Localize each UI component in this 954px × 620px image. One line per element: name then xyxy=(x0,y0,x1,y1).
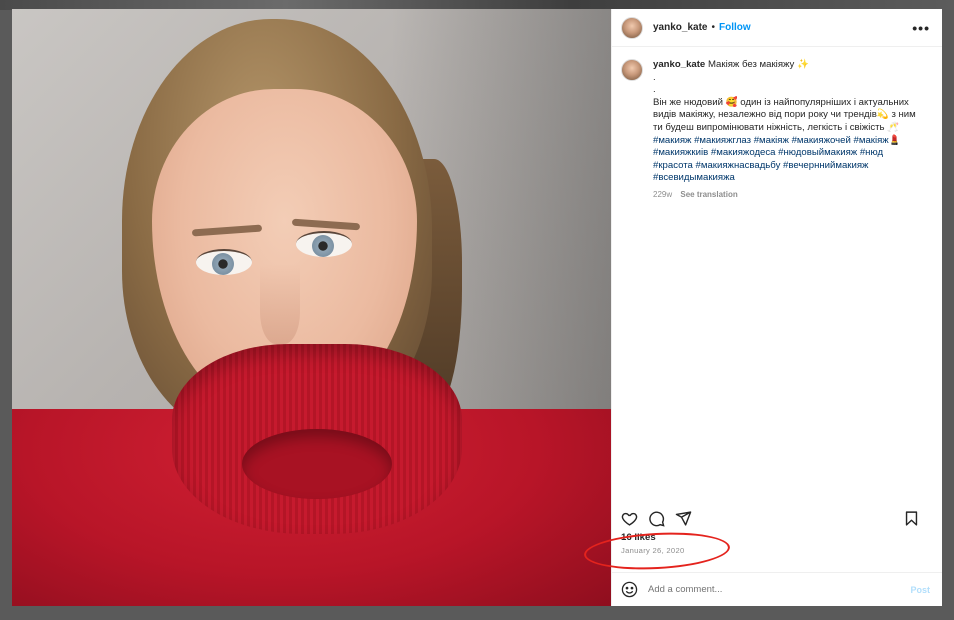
hashtags-line-2[interactable]: #макияжкиів #макияжодеса #нюдовыймакияж … xyxy=(653,147,916,160)
caption-meta: 229w See translation xyxy=(653,189,916,202)
bookmark-icon[interactable] xyxy=(903,510,920,527)
hashtags-line-3[interactable]: #красота #макияжнасвадьбу #вечернниймаки… xyxy=(653,160,916,173)
caption-dot-2: . xyxy=(653,84,656,96)
photo-collar-inner xyxy=(242,429,392,499)
comment-bar: Post xyxy=(612,572,942,606)
post-comment-button[interactable]: Post xyxy=(910,585,930,595)
photo-eye-right xyxy=(296,231,352,257)
caption-avatar[interactable] xyxy=(621,59,643,81)
more-options-button[interactable]: ••• xyxy=(912,20,930,36)
heart-icon[interactable] xyxy=(621,510,638,527)
see-translation-link[interactable]: See translation xyxy=(680,190,737,199)
hashtags-line-1[interactable]: #макияж #макияжглаз #макіяж #макияжочей … xyxy=(653,135,916,148)
header-username[interactable]: yanko_kate xyxy=(653,22,707,33)
share-icon[interactable] xyxy=(675,510,692,527)
comment-icon[interactable] xyxy=(648,510,665,527)
action-bar xyxy=(612,504,942,532)
post-photo[interactable] xyxy=(12,9,611,606)
caption-body: yanko_kate Макіяж без макіяжу ✨ . . Він … xyxy=(653,59,916,202)
caption-row: yanko_kate Макіяж без макіяжу ✨ . . Він … xyxy=(621,59,930,202)
follow-button[interactable]: Follow xyxy=(719,22,751,33)
caption-line-2: видів макіяжу, незалежно від пори року ч… xyxy=(653,109,916,121)
caption-line-1: Він же нюдовий 🥰 один із найпопулярніших… xyxy=(653,96,909,108)
caption-dot-1: . xyxy=(653,71,656,83)
caption-area: yanko_kate Макіяж без макіяжу ✨ . . Він … xyxy=(612,47,942,504)
comment-input[interactable] xyxy=(648,584,911,595)
post-sidebar: yanko_kate • Follow ••• yanko_kate Макія… xyxy=(611,9,942,606)
post-header: yanko_kate • Follow ••• xyxy=(612,9,942,47)
photo-nose xyxy=(260,264,300,344)
post-age: 229w xyxy=(653,189,673,199)
caption-username[interactable]: yanko_kate xyxy=(653,59,705,70)
emoji-icon[interactable] xyxy=(621,581,638,598)
hashtags-line-4[interactable]: #всевидымакияжа xyxy=(653,172,916,185)
post-modal: yanko_kate • Follow ••• yanko_kate Макія… xyxy=(12,9,942,606)
header-separator: • xyxy=(711,22,715,33)
caption-title: Макіяж без макіяжу ✨ xyxy=(707,59,809,70)
caption-line-3: ти будеш випромінювати ніжність, легкіст… xyxy=(653,121,900,133)
avatar[interactable] xyxy=(621,16,643,39)
photo-eye-left xyxy=(196,249,252,275)
